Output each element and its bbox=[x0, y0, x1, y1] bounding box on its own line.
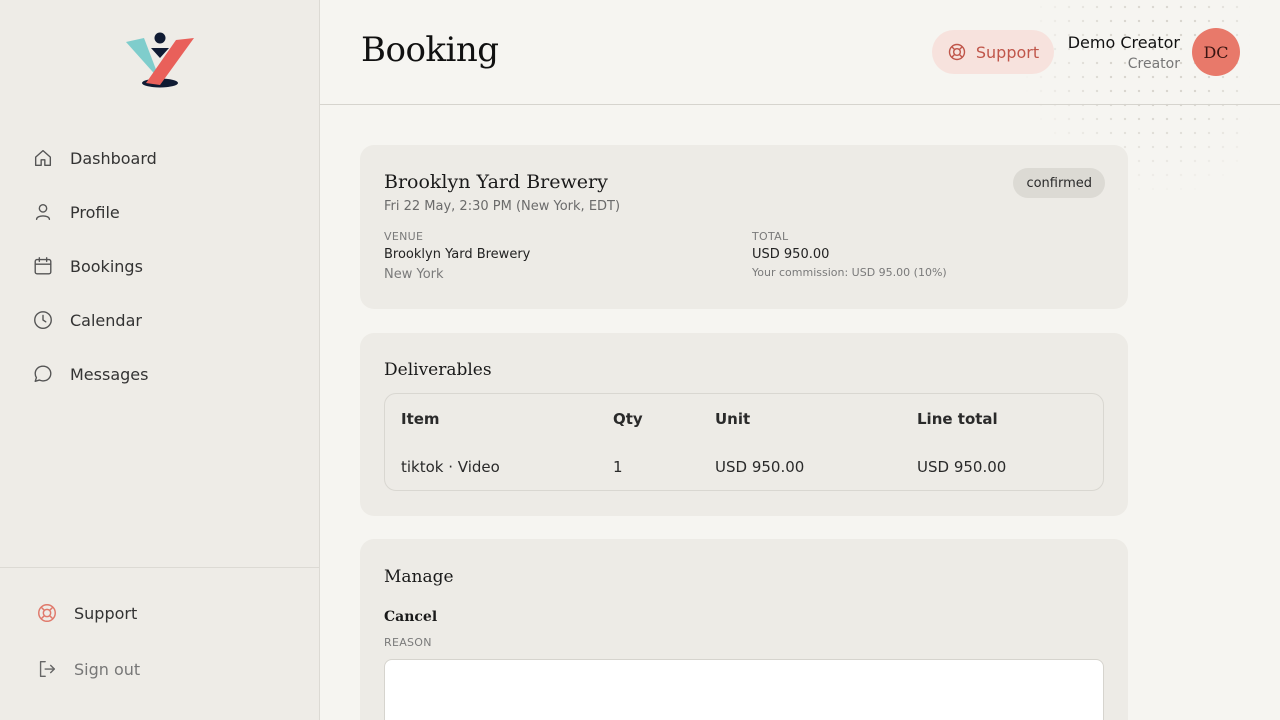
booking-title: Brooklyn Yard Brewery bbox=[384, 171, 608, 193]
sidebar-item-label: Calendar bbox=[70, 310, 142, 330]
column-header-item: Item bbox=[401, 410, 440, 428]
cell-qty: 1 bbox=[613, 458, 623, 476]
column-header-unit: Unit bbox=[715, 410, 751, 428]
reason-label: REASON bbox=[384, 636, 432, 649]
chat-bubble-icon bbox=[34, 365, 52, 383]
support-button-label: Support bbox=[975, 42, 1040, 62]
sidebar-support-link[interactable]: Support bbox=[36, 595, 137, 631]
sidebar-item-calendar[interactable]: Calendar bbox=[32, 302, 157, 338]
total-label: TOTAL bbox=[752, 230, 789, 243]
sidebar-item-label: Messages bbox=[70, 364, 149, 384]
venue-city: New York bbox=[384, 267, 444, 282]
venue-name: Brooklyn Yard Brewery bbox=[384, 247, 531, 262]
clock-icon bbox=[34, 311, 52, 329]
column-header-line-total: Line total bbox=[917, 410, 998, 428]
status-badge: confirmed bbox=[1013, 168, 1105, 198]
deliverables-card: Deliverables Item Qty Unit Line total ti… bbox=[360, 333, 1128, 516]
support-label: Support bbox=[74, 603, 138, 623]
sidebar-footer: Support Sign out bbox=[0, 567, 319, 720]
sidebar: Dashboard Profile Bookings Calendar Mess… bbox=[0, 0, 320, 720]
user-icon bbox=[35, 203, 51, 221]
cell-item: tiktok · Video bbox=[401, 458, 500, 476]
sidebar-item-messages[interactable]: Messages bbox=[32, 356, 157, 392]
commission-note: Your commission: USD 95.00 (10%) bbox=[752, 266, 947, 279]
venue-label: VENUE bbox=[384, 230, 424, 243]
home-icon bbox=[34, 149, 52, 167]
brand-logo[interactable] bbox=[124, 30, 196, 90]
cell-line-total: USD 950.00 bbox=[917, 458, 1007, 476]
reason-textarea[interactable] bbox=[384, 659, 1104, 720]
sidebar-item-label: Dashboard bbox=[70, 148, 157, 168]
user-name: Demo Creator bbox=[1067, 33, 1180, 52]
sidebar-item-label: Profile bbox=[70, 202, 120, 222]
support-button[interactable]: Support bbox=[932, 30, 1054, 74]
total-value: USD 950.00 bbox=[752, 247, 830, 262]
cell-unit: USD 950.00 bbox=[715, 458, 805, 476]
page-header: Booking Support Demo Creator Creator DC bbox=[320, 0, 1280, 105]
sidebar-item-bookings[interactable]: Bookings bbox=[32, 248, 157, 284]
booking-datetime: Fri 22 May, 2:30 PM (New York, EDT) bbox=[384, 199, 621, 214]
sign-out-button[interactable]: Sign out bbox=[36, 651, 140, 687]
deliverables-title: Deliverables bbox=[384, 360, 492, 380]
column-header-qty: Qty bbox=[613, 410, 643, 428]
deliverables-table: Item Qty Unit Line total tiktok · Video … bbox=[384, 393, 1104, 491]
manage-title: Manage bbox=[384, 567, 454, 587]
page-title: Booking bbox=[361, 30, 499, 70]
lifebuoy-icon bbox=[948, 43, 966, 61]
sign-out-icon bbox=[39, 660, 56, 678]
sidebar-item-dashboard[interactable]: Dashboard bbox=[32, 140, 157, 176]
avatar[interactable]: DC bbox=[1192, 28, 1240, 76]
booking-summary-card: Brooklyn Yard Brewery Fri 22 May, 2:30 P… bbox=[360, 145, 1128, 309]
sign-out-label: Sign out bbox=[74, 659, 141, 679]
sidebar-item-profile[interactable]: Profile bbox=[32, 194, 157, 230]
calendar-icon bbox=[34, 257, 52, 275]
user-role: Creator bbox=[1127, 56, 1180, 72]
cancel-section-label: Cancel bbox=[384, 609, 438, 625]
sidebar-nav: Dashboard Profile Bookings Calendar Mess… bbox=[32, 140, 157, 410]
lifebuoy-icon bbox=[38, 604, 56, 622]
sidebar-item-label: Bookings bbox=[70, 256, 143, 276]
manage-card: Manage Cancel REASON bbox=[360, 539, 1128, 720]
